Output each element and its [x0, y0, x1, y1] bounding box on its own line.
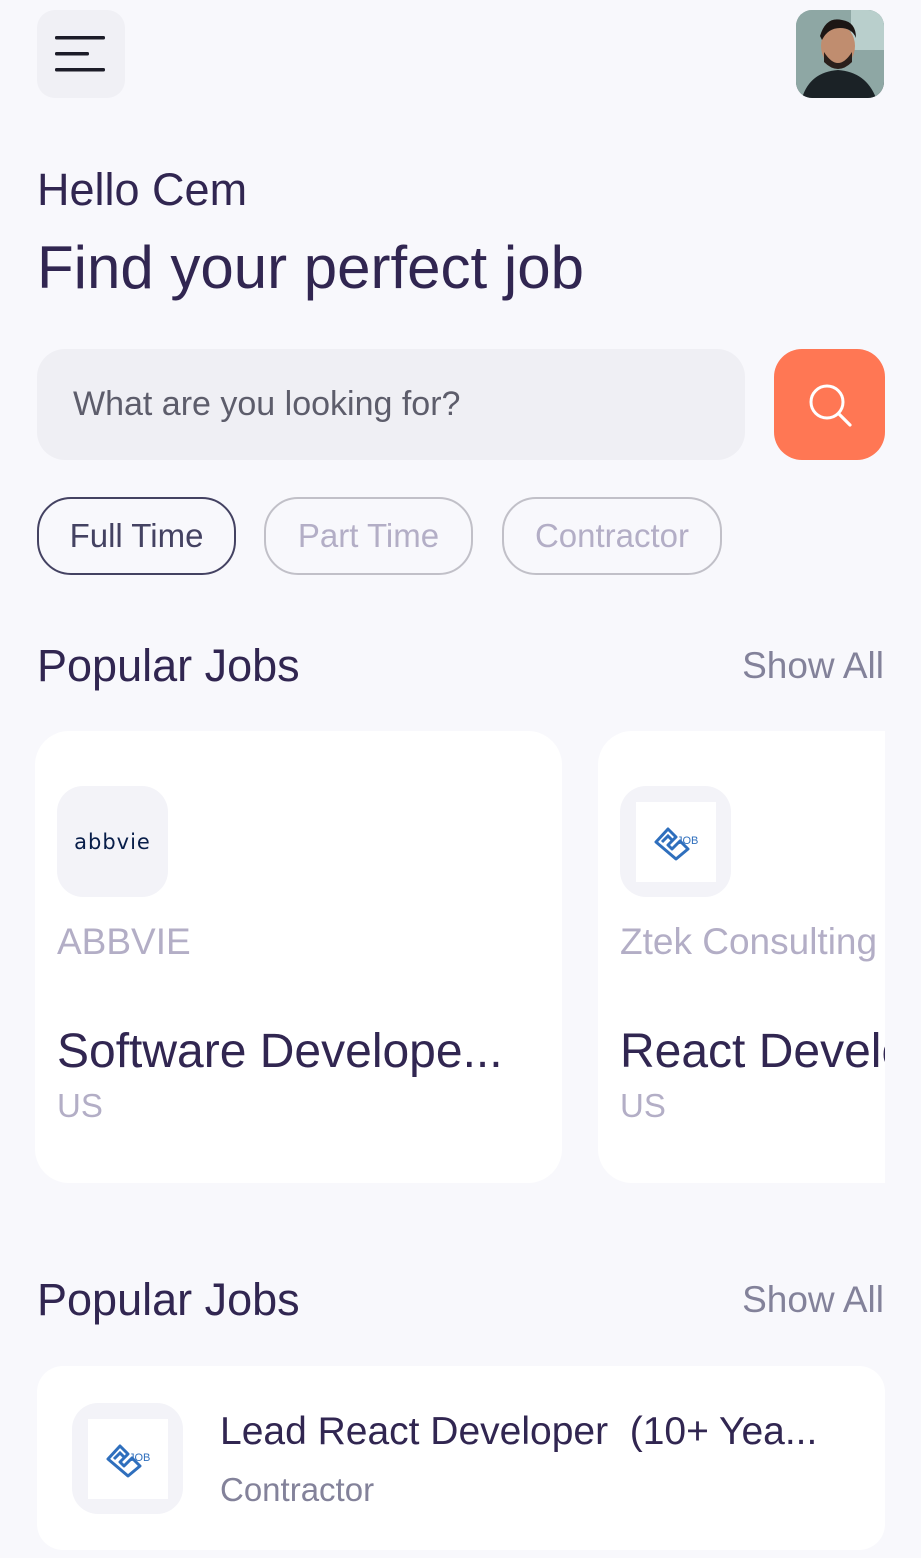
nearby-show-all-link[interactable]: Show All — [742, 1272, 884, 1328]
card-location: US — [620, 1087, 666, 1124]
card-company-name: ABBVIE — [57, 921, 191, 962]
card-job-title: React Developer — [620, 1025, 885, 1078]
tab-part-time[interactable]: Part Time — [264, 497, 473, 575]
list-job-type: Contractor — [220, 1471, 375, 1508]
tab-full-time[interactable]: Full Time — [37, 497, 236, 575]
search-icon — [809, 384, 852, 427]
card-company-name: Ztek Consulting — [620, 921, 878, 962]
abbvie-logo-text: abbvie — [74, 829, 151, 854]
popular-job-card[interactable]: JOB Ztek Consulting React Developer US — [598, 731, 885, 1183]
search-input[interactable] — [73, 349, 713, 460]
menu-icon — [55, 36, 105, 72]
svg-text:JOB: JOB — [677, 835, 698, 847]
popular-jobs-title: Popular Jobs — [37, 640, 300, 691]
popular-show-all-link[interactable]: Show All — [742, 638, 884, 694]
company-logo: JOB — [72, 1403, 183, 1514]
profile-avatar[interactable] — [796, 10, 884, 98]
company-logo: JOB — [620, 786, 731, 897]
search-button[interactable] — [774, 349, 885, 460]
list-job-title: Lead React Developer (10+ Yea... — [220, 1410, 818, 1453]
card-location: US — [57, 1087, 103, 1124]
search-bar — [37, 349, 745, 460]
page-headline: Find your perfect job — [37, 234, 584, 301]
menu-button[interactable] — [37, 10, 125, 98]
job-logo-icon: JOB — [635, 801, 716, 882]
job-logo-icon: JOB — [87, 1418, 168, 1499]
greeting-text: Hello Cem — [37, 164, 248, 215]
avatar-image — [796, 10, 884, 98]
job-list-item[interactable]: JOB Lead React Developer (10+ Yea... Con… — [37, 1366, 885, 1550]
nearby-jobs-title: Popular Jobs — [37, 1274, 300, 1325]
svg-text:JOB: JOB — [129, 1452, 150, 1464]
company-logo: abbvie — [57, 786, 168, 897]
card-job-title: Software Develope... — [57, 1025, 503, 1078]
popular-jobs-carousel[interactable]: abbvie ABBVIE Software Develope... US JO… — [35, 731, 885, 1183]
popular-job-card[interactable]: abbvie ABBVIE Software Develope... US — [35, 731, 562, 1183]
tab-contractor[interactable]: Contractor — [502, 497, 722, 575]
